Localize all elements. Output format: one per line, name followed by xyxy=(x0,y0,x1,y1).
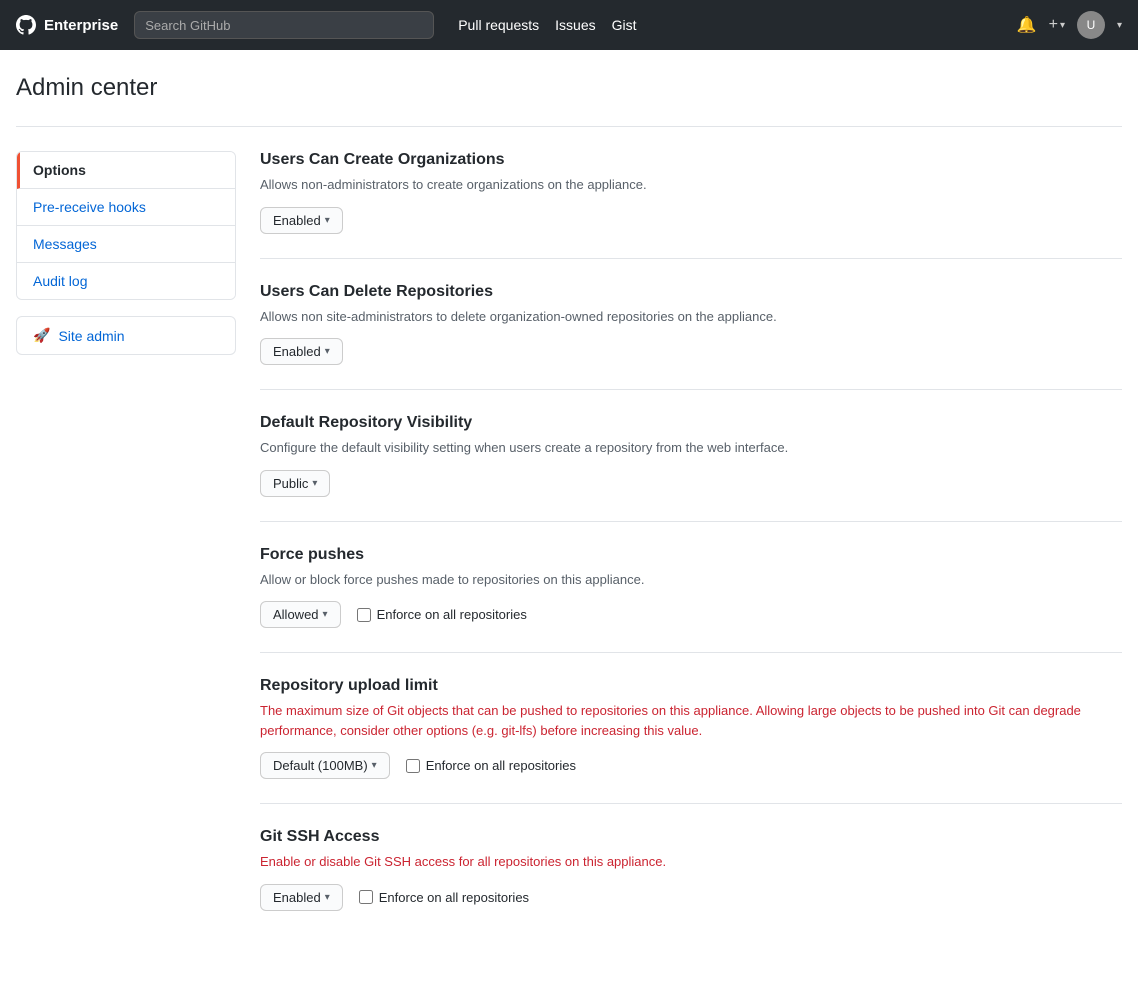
navbar-right: 🔔 + ▾ U ▾ xyxy=(1017,11,1122,39)
setting-desc-1: Allows non site-administrators to delete… xyxy=(260,307,1122,327)
force-pushes-row: Allowed ▾ Enforce on all repositories xyxy=(260,601,1122,628)
dropdown-caret-4: ▾ xyxy=(372,760,377,771)
setting-title-0: Users Can Create Organizations xyxy=(260,151,1122,169)
nav-links: Pull requests Issues Gist xyxy=(458,17,636,33)
sidebar: Options Pre-receive hooks Messages Audit… xyxy=(16,151,236,355)
nav-gist[interactable]: Gist xyxy=(612,17,637,33)
setting-force-pushes: Force pushes Allow or block force pushes… xyxy=(260,546,1122,654)
search-input[interactable] xyxy=(134,11,434,39)
enforce-label-5: Enforce on all repositories xyxy=(379,890,529,905)
sidebar-item-site-admin[interactable]: 🚀 Site admin xyxy=(17,317,235,354)
plus-icon: + xyxy=(1049,16,1058,34)
setting-title-3: Force pushes xyxy=(260,546,1122,564)
brand-name: Enterprise xyxy=(44,17,118,34)
page-container: Admin center Options Pre-receive hooks M… xyxy=(0,50,1138,983)
github-icon xyxy=(16,15,36,35)
dropdown-caret-5: ▾ xyxy=(325,892,330,903)
setting-title-2: Default Repository Visibility xyxy=(260,414,1122,432)
setting-dropdown-4[interactable]: Default (100MB) ▾ xyxy=(260,752,390,779)
setting-git-ssh-access: Git SSH Access Enable or disable Git SSH… xyxy=(260,828,1122,935)
main-content: Users Can Create Organizations Allows no… xyxy=(260,151,1122,959)
setting-dropdown-2[interactable]: Public ▾ xyxy=(260,470,330,497)
sidebar-item-audit-log[interactable]: Audit log xyxy=(17,263,235,299)
dropdown-caret-3: ▾ xyxy=(323,609,328,620)
add-caret-icon: ▾ xyxy=(1060,20,1065,31)
setting-repo-upload-limit: Repository upload limit The maximum size… xyxy=(260,677,1122,804)
setting-value-2: Public xyxy=(273,476,308,491)
setting-title-1: Users Can Delete Repositories xyxy=(260,283,1122,301)
avatar-placeholder: U xyxy=(1087,18,1096,32)
brand: Enterprise xyxy=(16,15,118,35)
setting-default-repo-visibility: Default Repository Visibility Configure … xyxy=(260,414,1122,522)
setting-title-4: Repository upload limit xyxy=(260,677,1122,695)
setting-dropdown-0[interactable]: Enabled ▾ xyxy=(260,207,343,234)
setting-users-delete-repos: Users Can Delete Repositories Allows non… xyxy=(260,283,1122,391)
layout: Options Pre-receive hooks Messages Audit… xyxy=(16,151,1122,959)
enforce-checkbox-label-3[interactable]: Enforce on all repositories xyxy=(357,607,527,622)
enforce-label-3: Enforce on all repositories xyxy=(377,607,527,622)
enforce-label-4: Enforce on all repositories xyxy=(426,758,576,773)
site-admin-label: Site admin xyxy=(58,328,124,344)
dropdown-caret-0: ▾ xyxy=(325,215,330,226)
navbar: Enterprise Pull requests Issues Gist 🔔 +… xyxy=(0,0,1138,50)
setting-dropdown-3[interactable]: Allowed ▾ xyxy=(260,601,341,628)
nav-pull-requests[interactable]: Pull requests xyxy=(458,17,539,33)
setting-title-5: Git SSH Access xyxy=(260,828,1122,846)
setting-desc-5: Enable or disable Git SSH access for all… xyxy=(260,852,1122,872)
setting-value-3: Allowed xyxy=(273,607,319,622)
enforce-checkbox-3[interactable] xyxy=(357,608,371,622)
sidebar-admin: 🚀 Site admin xyxy=(16,316,236,355)
setting-desc-3: Allow or block force pushes made to repo… xyxy=(260,570,1122,590)
enforce-checkbox-label-4[interactable]: Enforce on all repositories xyxy=(406,758,576,773)
page-divider xyxy=(16,126,1122,127)
sidebar-nav: Options Pre-receive hooks Messages Audit… xyxy=(16,151,236,300)
notifications-button[interactable]: 🔔 xyxy=(1017,15,1037,35)
sidebar-item-pre-receive-hooks[interactable]: Pre-receive hooks xyxy=(17,189,235,226)
nav-issues[interactable]: Issues xyxy=(555,17,595,33)
avatar[interactable]: U xyxy=(1077,11,1105,39)
upload-limit-row: Default (100MB) ▾ Enforce on all reposit… xyxy=(260,752,1122,779)
enforce-checkbox-4[interactable] xyxy=(406,759,420,773)
setting-value-5: Enabled xyxy=(273,890,321,905)
enforce-checkbox-label-5[interactable]: Enforce on all repositories xyxy=(359,890,529,905)
git-ssh-row: Enabled ▾ Enforce on all repositories xyxy=(260,884,1122,911)
search-box xyxy=(134,11,434,39)
page-title: Admin center xyxy=(16,74,1122,102)
enforce-checkbox-5[interactable] xyxy=(359,890,373,904)
setting-value-1: Enabled xyxy=(273,344,321,359)
setting-desc-2: Configure the default visibility setting… xyxy=(260,438,1122,458)
bell-icon: 🔔 xyxy=(1017,15,1037,35)
setting-dropdown-5[interactable]: Enabled ▾ xyxy=(260,884,343,911)
setting-desc-4: The maximum size of Git objects that can… xyxy=(260,701,1122,740)
setting-users-create-orgs: Users Can Create Organizations Allows no… xyxy=(260,151,1122,259)
avatar-caret-icon: ▾ xyxy=(1117,20,1122,31)
sidebar-item-messages[interactable]: Messages xyxy=(17,226,235,263)
dropdown-caret-2: ▾ xyxy=(312,478,317,489)
setting-value-4: Default (100MB) xyxy=(273,758,368,773)
sidebar-item-options[interactable]: Options xyxy=(17,152,235,189)
setting-desc-0: Allows non-administrators to create orga… xyxy=(260,175,1122,195)
add-button[interactable]: + ▾ xyxy=(1049,16,1065,34)
dropdown-caret-1: ▾ xyxy=(325,346,330,357)
setting-dropdown-1[interactable]: Enabled ▾ xyxy=(260,338,343,365)
rocket-icon: 🚀 xyxy=(33,327,50,344)
setting-value-0: Enabled xyxy=(273,213,321,228)
